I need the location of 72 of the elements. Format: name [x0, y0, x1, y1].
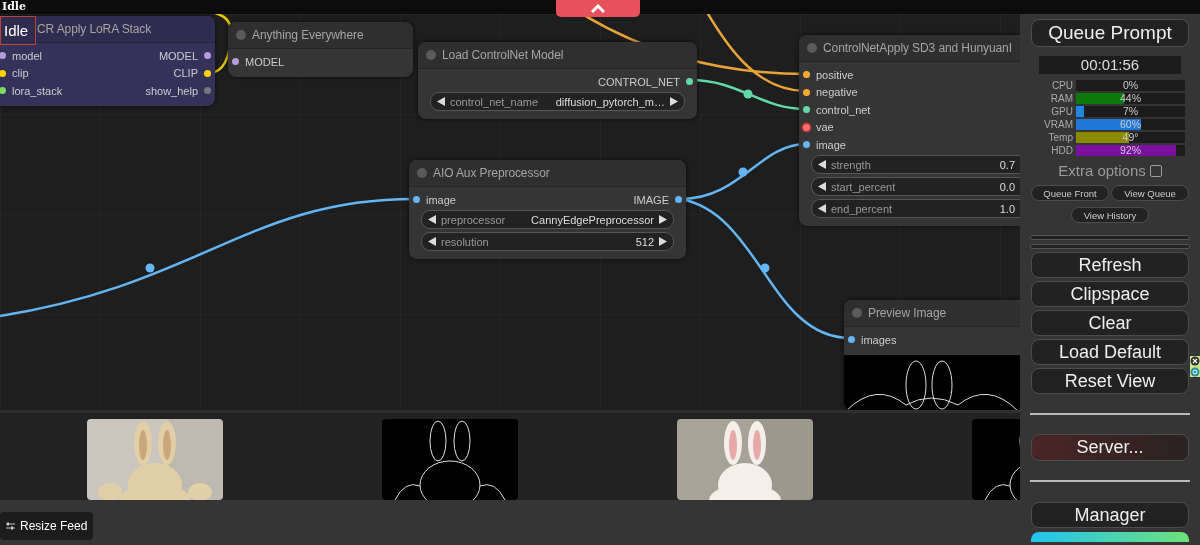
output-label: MODEL [158, 49, 198, 62]
widget-label: preprocessor [441, 213, 506, 226]
usage-value: 92% [1119, 145, 1142, 156]
elapsed-timer: 00:01:56 [1039, 56, 1181, 74]
widget-value: 0.0 [999, 180, 1015, 193]
widget-field[interactable]: preprocessor CannyEdgePreprocessor [421, 210, 674, 229]
usage-value: 60% [1119, 119, 1142, 130]
node-title: CR Apply LoRA Stack [37, 22, 152, 36]
queue-button[interactable]: Queue Front [1031, 185, 1109, 201]
input-label: lora_stack [12, 84, 63, 97]
node-title: Preview Image [868, 306, 947, 320]
menu-button[interactable]: Clipspace [1031, 281, 1189, 307]
input-label: negative [816, 86, 858, 99]
graph-node[interactable]: Preview Image images [844, 300, 1020, 410]
stat-label: CPU [1050, 80, 1073, 91]
widget-label: resolution [441, 235, 489, 248]
widget-label: strength [831, 158, 871, 171]
widget-label: start_percent [831, 180, 896, 193]
widget-field[interactable]: control_net_name diffusion_pytorch_m… [430, 92, 685, 111]
graph-node[interactable]: ControlNetApply SD3 and HunyuanI positive negative control_net vae image strength 0.7 start_percent 0.0 end_percent 1.0 [799, 35, 1020, 226]
widget-value: CannyEdgePreprocessor [531, 213, 654, 226]
widget-label: control_net_name [450, 95, 539, 108]
usage-value: 7% [1121, 106, 1140, 117]
graph-node[interactable]: Anything Everywhere MODEL [228, 22, 413, 77]
output-label: CONTROL_NET [598, 75, 680, 88]
widget-value: 512 [635, 235, 654, 248]
status-badge: Idle [0, 16, 36, 45]
input-label: vae [816, 121, 834, 134]
menu-button[interactable]: Refresh [1031, 252, 1189, 278]
widget-field[interactable]: strength 0.7 [811, 155, 1020, 174]
output-label: CLIP [173, 67, 198, 80]
input-label: positive [816, 68, 854, 81]
widget-field[interactable]: resolution 512 [421, 232, 674, 251]
widget-field[interactable]: end_percent 1.0 [811, 199, 1020, 218]
output-label: show_help [145, 84, 198, 97]
node-title: Anything Everywhere [252, 28, 364, 42]
output-label: IMAGE [633, 193, 669, 206]
node-title: ControlNetApply SD3 and HunyuanI [823, 41, 1012, 55]
input-label: MODEL [245, 55, 285, 68]
extra-options-label: Extra options [1058, 162, 1146, 179]
menu-button[interactable]: Clear [1031, 310, 1189, 336]
stat-label: RAM [1049, 93, 1073, 104]
menu-button[interactable]: Load Default [1031, 339, 1189, 365]
manager-button[interactable]: Manager [1031, 502, 1189, 528]
stat-label: VRAM [1043, 119, 1073, 130]
resize-feed-button[interactable]: Resize Feed [0, 512, 94, 540]
input-label: control_net [816, 103, 871, 116]
usage-value: 0% [1121, 80, 1140, 91]
node-title: AIO Aux Preprocessor [433, 166, 550, 180]
widget-value: 1.0 [999, 202, 1015, 215]
view-history-button[interactable]: View History [1071, 207, 1149, 223]
menu-button[interactable]: Reset View [1031, 368, 1189, 394]
graph-node[interactable]: AIO Aux Preprocessor image IMAGE preprocessor CannyEdgePreprocessor resolution 512 [409, 160, 686, 259]
queue-button[interactable]: View Queue [1111, 185, 1189, 201]
stat-label: Temp [1047, 132, 1073, 143]
usage-value: 44% [1119, 93, 1142, 104]
widget-value: diffusion_pytorch_m… [555, 95, 665, 108]
stat-label: HDD [1050, 145, 1073, 156]
widget-field[interactable]: start_percent 0.0 [811, 177, 1020, 196]
node-title: Load ControlNet Model [442, 48, 564, 62]
input-label: clip [12, 67, 29, 80]
input-label: image [426, 193, 456, 206]
widget-label: end_percent [831, 202, 893, 215]
input-label: model [12, 49, 42, 62]
widget-value: 0.7 [999, 158, 1015, 171]
input-label: image [816, 138, 846, 151]
queue-prompt-button[interactable]: Queue Prompt [1031, 19, 1189, 47]
graph-node[interactable]: Load ControlNet Model CONTROL_NET control_net_name diffusion_pytorch_m… [418, 42, 697, 119]
server-button[interactable]: Server... [1031, 434, 1189, 461]
input-label: images [861, 333, 897, 346]
stat-label: GPU [1050, 106, 1073, 117]
status-title: Idle [2, 1, 26, 13]
